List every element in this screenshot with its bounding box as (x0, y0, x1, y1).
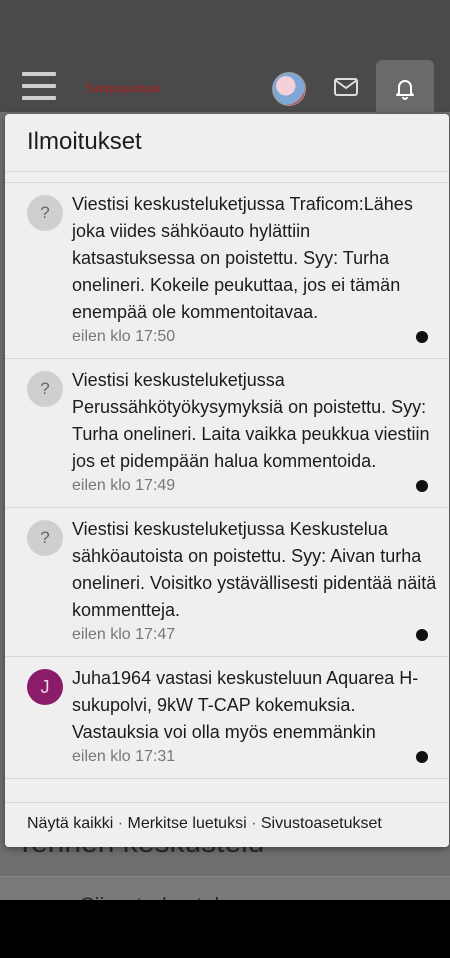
notification-item[interactable]: J Juha1964 vastasi keskusteluun Aquarea … (5, 657, 449, 779)
popup-footer: Näytä kaikki · Merkitse luetuksi · Sivus… (5, 802, 449, 847)
question-icon: ? (27, 371, 63, 407)
unread-dot[interactable] (416, 331, 428, 343)
notification-item[interactable]: ? Viestisi keskusteluketjussa Keskustelu… (5, 508, 449, 657)
mail-icon[interactable] (334, 78, 358, 96)
bell-icon (396, 80, 414, 100)
popup-header: Ilmoitukset (5, 114, 449, 172)
unread-dot[interactable] (416, 629, 428, 641)
notification-list: ? Viestisi keskusteluketjussa Traficom:L… (5, 183, 449, 803)
question-icon: ? (27, 520, 63, 556)
popup-title: Ilmoitukset (27, 128, 142, 155)
notification-message: Viestisi keskusteluketjussa Perussähköty… (72, 370, 430, 471)
notification-time: eilen klo 17:50 (72, 328, 176, 345)
notifications-button[interactable] (376, 60, 434, 116)
separator: · (117, 815, 124, 832)
notification-message: Juha1964 vastasi keskusteluun Aquarea H-… (72, 668, 419, 742)
hamburger-icon[interactable] (22, 72, 56, 100)
user-avatar-badge: J (27, 669, 63, 705)
notification-item[interactable]: ? Viestisi keskusteluketjussa Traficom:L… (5, 183, 449, 359)
notification-time: eilen klo 17:31 (72, 748, 176, 765)
separator: · (251, 815, 257, 832)
notification-message: Viestisi keskusteluketjussa Traficom:Läh… (72, 194, 413, 322)
top-bar: Sampopumpat (0, 0, 450, 116)
site-settings-link[interactable]: Sivustoasetukset (261, 815, 382, 832)
mark-read-link[interactable]: Merkitse luetuksi (127, 815, 246, 832)
unread-dot[interactable] (416, 751, 428, 763)
notification-item[interactable]: ? Viestisi keskusteluketjussa Perussähkö… (5, 359, 449, 508)
site-logo[interactable]: Sampopumpat (86, 80, 161, 96)
notifications-popup: Ilmoitukset ? Viestisi keskusteluketjuss… (5, 114, 449, 847)
bottom-black-bar (0, 900, 450, 958)
unread-dot[interactable] (416, 480, 428, 492)
notification-message: Viestisi keskusteluketjussa Keskustelua … (72, 519, 437, 620)
question-icon: ? (27, 195, 63, 231)
notification-time: eilen klo 17:47 (72, 626, 176, 643)
user-avatar[interactable] (272, 72, 306, 106)
notification-time: eilen klo 17:49 (72, 477, 176, 494)
show-all-link[interactable]: Näytä kaikki (27, 815, 113, 832)
